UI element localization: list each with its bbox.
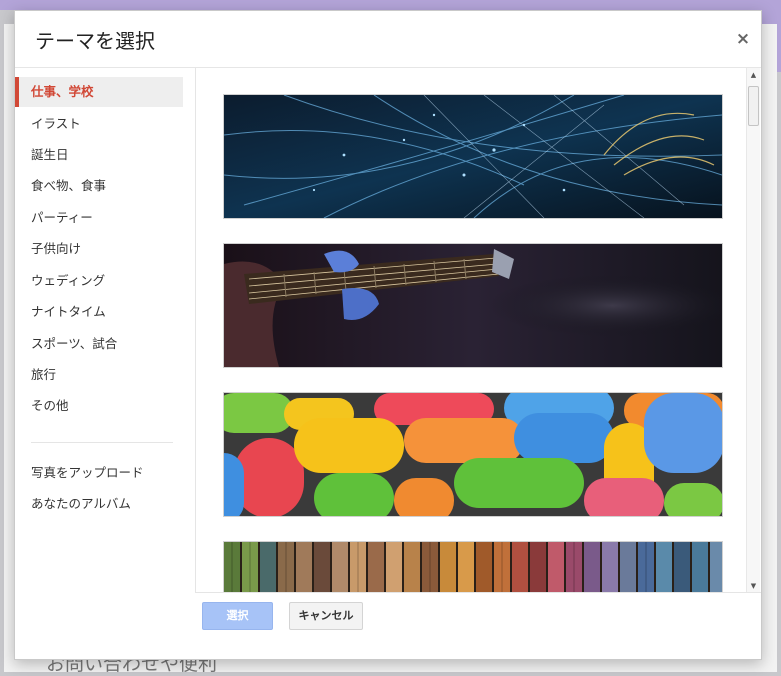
close-icon[interactable]: × bbox=[733, 29, 753, 49]
sidebar-item-nighttime[interactable]: ナイトタイム bbox=[15, 297, 183, 327]
background-header-bar bbox=[0, 0, 781, 10]
sidebar-item-other[interactable]: その他 bbox=[15, 391, 183, 421]
scrollbar-thumb[interactable] bbox=[748, 86, 759, 126]
fiber-optic-lights-image bbox=[224, 95, 722, 218]
theme-gallery: ▲ ▼ bbox=[196, 68, 761, 593]
theme-thumbnail-fiber-optic[interactable] bbox=[223, 94, 723, 219]
electric-guitar-image bbox=[224, 244, 722, 367]
theme-dialog: テーマを選択 × 仕事、学校 イラスト 誕生日 食べ物、食事 パーティー 子供向… bbox=[14, 10, 762, 660]
gallery-scrollbar[interactable]: ▲ ▼ bbox=[746, 68, 760, 593]
sidebar-item-wedding[interactable]: ウェディング bbox=[15, 266, 183, 296]
theme-thumbnail-yarn[interactable] bbox=[223, 541, 723, 593]
scroll-down-arrow-icon[interactable]: ▼ bbox=[747, 579, 760, 593]
sidebar-item-party[interactable]: パーティー bbox=[15, 203, 183, 233]
dialog-title: テーマを選択 bbox=[35, 29, 155, 53]
sidebar-item-kids[interactable]: 子供向け bbox=[15, 234, 183, 264]
sidebar-item-food[interactable]: 食べ物、食事 bbox=[15, 171, 183, 201]
theme-thumbnail-candy[interactable] bbox=[223, 392, 723, 517]
sidebar-item-sports[interactable]: スポーツ、試合 bbox=[15, 329, 183, 359]
sidebar-item-birthday[interactable]: 誕生日 bbox=[15, 140, 183, 170]
sidebar-item-your-album[interactable]: あなたのアルバム bbox=[15, 489, 183, 519]
cancel-button[interactable]: キャンセル bbox=[289, 602, 363, 630]
theme-thumbnail-guitar[interactable] bbox=[223, 243, 723, 368]
sidebar-item-work-school[interactable]: 仕事、学校 bbox=[15, 77, 183, 107]
sidebar-item-illustration[interactable]: イラスト bbox=[15, 109, 183, 139]
colored-yarn-threads-image bbox=[224, 542, 722, 593]
scroll-up-arrow-icon[interactable]: ▲ bbox=[747, 68, 760, 82]
select-button[interactable]: 選択 bbox=[202, 602, 273, 630]
colorful-candy-image bbox=[224, 393, 722, 516]
sidebar-item-travel[interactable]: 旅行 bbox=[15, 360, 183, 390]
sidebar-item-upload-photo[interactable]: 写真をアップロード bbox=[15, 458, 183, 488]
category-sidebar: 仕事、学校 イラスト 誕生日 食べ物、食事 パーティー 子供向け ウェディング … bbox=[15, 68, 196, 593]
sidebar-divider bbox=[31, 442, 173, 443]
footer-divider bbox=[196, 592, 761, 593]
